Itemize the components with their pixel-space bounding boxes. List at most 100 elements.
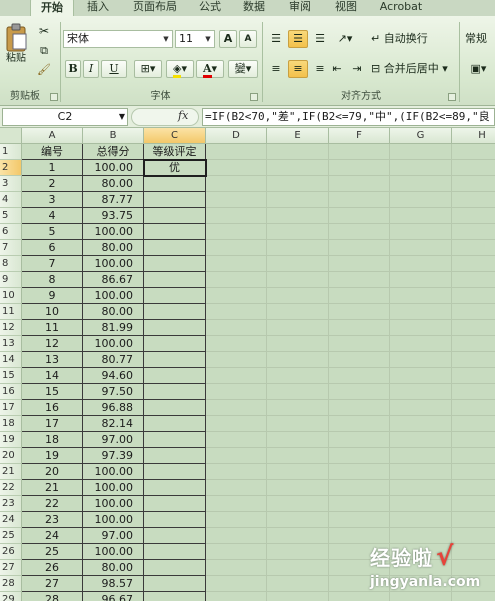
table-cell[interactable]: 1: [22, 160, 83, 176]
tab-home[interactable]: 开始: [30, 0, 74, 16]
table-cell[interactable]: 17: [22, 416, 83, 432]
empty-cell[interactable]: [329, 336, 390, 352]
table-cell[interactable]: 21: [22, 480, 83, 496]
grow-font-button[interactable]: A: [219, 30, 237, 48]
empty-cell[interactable]: [267, 288, 329, 304]
insert-function-button[interactable]: fx: [178, 109, 188, 122]
empty-cell[interactable]: [329, 272, 390, 288]
align-bottom-button[interactable]: ☰: [310, 30, 330, 48]
empty-cell[interactable]: [206, 496, 267, 512]
empty-cell[interactable]: [206, 576, 267, 592]
fill-color-button[interactable]: ◈▾: [166, 60, 194, 78]
empty-cell[interactable]: [329, 432, 390, 448]
empty-cell[interactable]: [267, 576, 329, 592]
empty-cell[interactable]: [452, 416, 495, 432]
phonetic-button[interactable]: 變▾: [228, 60, 258, 78]
empty-cell[interactable]: [267, 592, 329, 601]
tab-acrobat[interactable]: Acrobat: [372, 0, 430, 16]
empty-cell[interactable]: [390, 464, 452, 480]
table-cell[interactable]: 80.00: [83, 176, 144, 192]
empty-cell[interactable]: [452, 160, 495, 176]
empty-cell[interactable]: [452, 144, 495, 160]
select-all-corner[interactable]: [0, 128, 22, 144]
row-header[interactable]: 27: [0, 560, 22, 576]
empty-cell[interactable]: [329, 480, 390, 496]
empty-cell[interactable]: [329, 496, 390, 512]
row-header[interactable]: 21: [0, 464, 22, 480]
table-cell[interactable]: 8: [22, 272, 83, 288]
empty-cell[interactable]: [452, 176, 495, 192]
table-cell[interactable]: [144, 336, 206, 352]
table-cell[interactable]: [144, 496, 206, 512]
table-cell[interactable]: [144, 480, 206, 496]
table-cell[interactable]: [144, 544, 206, 560]
column-header-g[interactable]: G: [390, 128, 452, 144]
spreadsheet-grid[interactable]: A B C D E F G H 1 编号 总得分 等级评定 2 1 100.00 优 3 2 80.00 4 3 87.7…: [0, 128, 495, 601]
empty-cell[interactable]: [329, 464, 390, 480]
empty-cell[interactable]: [390, 208, 452, 224]
empty-cell[interactable]: [206, 448, 267, 464]
table-cell[interactable]: 13: [22, 352, 83, 368]
empty-cell[interactable]: [206, 160, 267, 176]
table-cell[interactable]: 97.00: [83, 432, 144, 448]
empty-cell[interactable]: [267, 352, 329, 368]
table-cell[interactable]: 6: [22, 240, 83, 256]
table-cell[interactable]: [144, 400, 206, 416]
empty-cell[interactable]: [267, 496, 329, 512]
empty-cell[interactable]: [206, 432, 267, 448]
empty-cell[interactable]: [390, 224, 452, 240]
empty-cell[interactable]: [329, 144, 390, 160]
table-cell[interactable]: 86.67: [83, 272, 144, 288]
row-header[interactable]: 29: [0, 592, 22, 601]
table-cell[interactable]: 4: [22, 208, 83, 224]
empty-cell[interactable]: [452, 192, 495, 208]
empty-cell[interactable]: [452, 320, 495, 336]
row-header[interactable]: 18: [0, 416, 22, 432]
empty-cell[interactable]: [390, 320, 452, 336]
row-header[interactable]: 6: [0, 224, 22, 240]
empty-cell[interactable]: [329, 320, 390, 336]
empty-cell[interactable]: [206, 320, 267, 336]
empty-cell[interactable]: [206, 384, 267, 400]
empty-cell[interactable]: [206, 544, 267, 560]
clipboard-launcher[interactable]: [50, 93, 58, 101]
table-cell[interactable]: 80.00: [83, 240, 144, 256]
empty-cell[interactable]: [329, 176, 390, 192]
table-cell[interactable]: 11: [22, 320, 83, 336]
empty-cell[interactable]: [206, 336, 267, 352]
table-cell[interactable]: 19: [22, 448, 83, 464]
empty-cell[interactable]: [206, 352, 267, 368]
tab-view[interactable]: 视图: [328, 0, 364, 16]
row-header[interactable]: 8: [0, 256, 22, 272]
empty-cell[interactable]: [267, 192, 329, 208]
empty-cell[interactable]: [267, 512, 329, 528]
column-header-f[interactable]: F: [329, 128, 390, 144]
empty-cell[interactable]: [267, 560, 329, 576]
empty-cell[interactable]: [267, 160, 329, 176]
row-header[interactable]: 22: [0, 480, 22, 496]
bold-button[interactable]: B: [65, 60, 81, 78]
empty-cell[interactable]: [329, 304, 390, 320]
empty-cell[interactable]: [206, 304, 267, 320]
table-cell[interactable]: 14: [22, 368, 83, 384]
tab-page-layout[interactable]: 页面布局: [126, 0, 184, 16]
table-cell[interactable]: 100.00: [83, 160, 144, 176]
table-cell[interactable]: 15: [22, 384, 83, 400]
table-cell[interactable]: [144, 304, 206, 320]
italic-button[interactable]: I: [83, 60, 99, 78]
empty-cell[interactable]: [267, 464, 329, 480]
decrease-indent-button[interactable]: ⇤: [328, 60, 346, 78]
tab-data[interactable]: 数据: [236, 0, 272, 16]
name-box[interactable]: C2 ▼: [2, 108, 128, 126]
empty-cell[interactable]: [267, 448, 329, 464]
column-header-c[interactable]: C: [144, 128, 206, 144]
empty-cell[interactable]: [329, 240, 390, 256]
row-header[interactable]: 13: [0, 336, 22, 352]
empty-cell[interactable]: [390, 288, 452, 304]
wrap-text-button[interactable]: ↵ 自动换行: [368, 30, 448, 48]
empty-cell[interactable]: [267, 240, 329, 256]
table-cell[interactable]: [144, 352, 206, 368]
empty-cell[interactable]: [329, 288, 390, 304]
font-size-combo[interactable]: 11 ▼: [175, 30, 215, 48]
row-header[interactable]: 26: [0, 544, 22, 560]
